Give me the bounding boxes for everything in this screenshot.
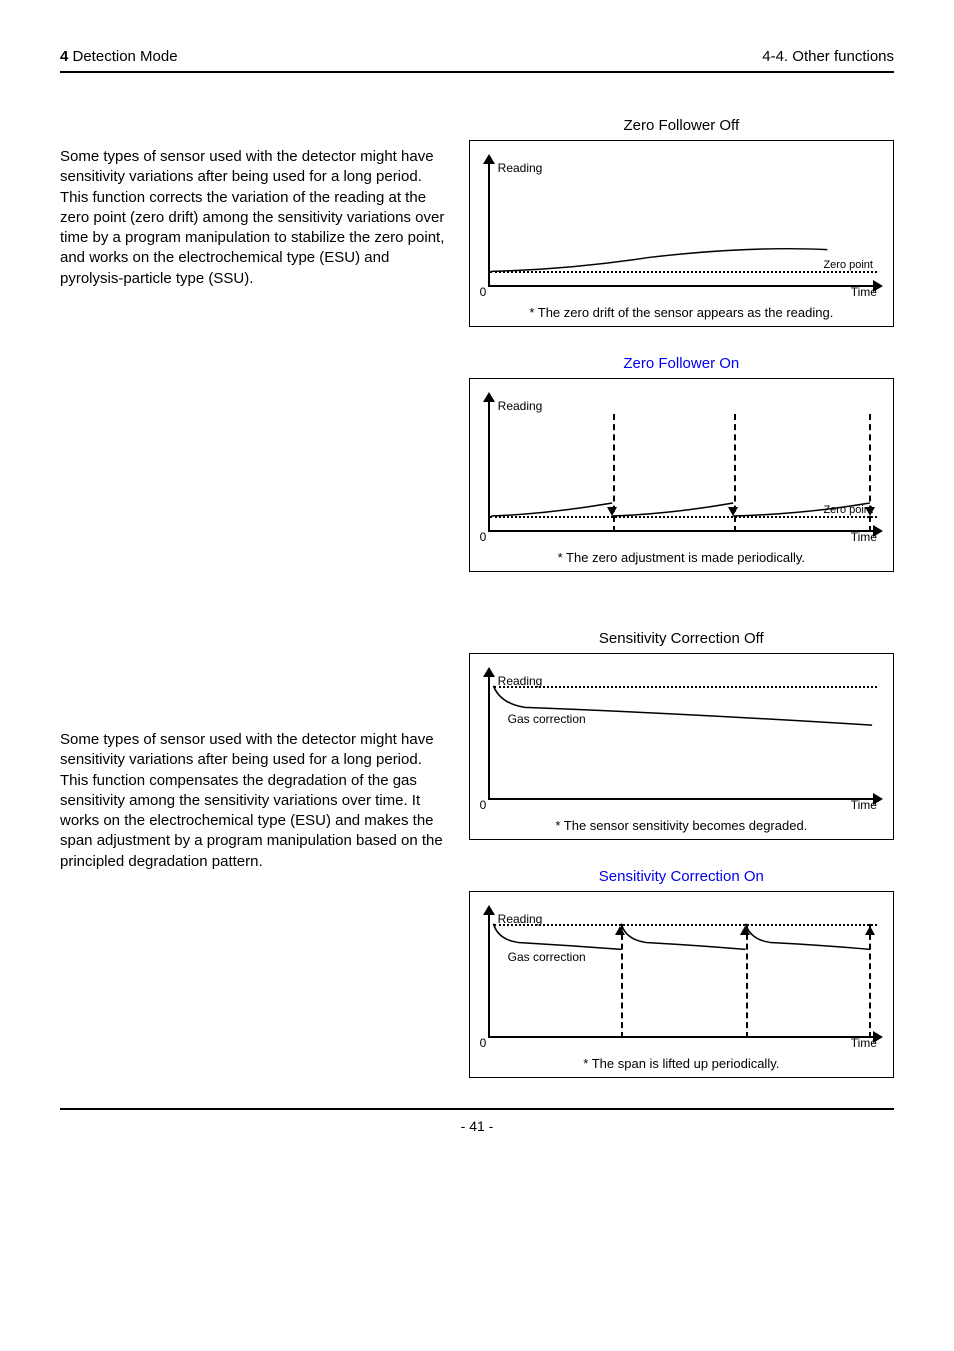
- chart-box-zfon: Reading Time 0 Zero point: [469, 378, 894, 572]
- chart-box-zfo: Reading Time 0 Zero point * The zero dri…: [469, 140, 894, 327]
- curve-scon: [480, 902, 883, 1050]
- chart-caption-zfo: * The zero drift of the sensor appears a…: [480, 305, 883, 320]
- page-header: 4 Detection Mode 4-4. Other functions: [60, 48, 894, 65]
- chart-zfon: Reading Time 0 Zero point: [480, 389, 883, 544]
- page: 4 Detection Mode 4-4. Other functions So…: [0, 0, 954, 1164]
- curve-zfo: [480, 151, 883, 299]
- header-right: 4-4. Other functions: [762, 48, 894, 65]
- chart-title-zfon: Zero Follower On: [469, 355, 894, 372]
- chart-title-sco: Sensitivity Correction Off: [469, 630, 894, 647]
- header-divider: [60, 71, 894, 73]
- chart-box-scon: Reading Time 0 Gas correction: [469, 891, 894, 1078]
- chart-title-zfo: Zero Follower Off: [469, 117, 894, 134]
- diagram-col-zero-follower: Zero Follower Off Reading Time 0 Zero po…: [469, 117, 894, 600]
- curve-zfon: [480, 389, 883, 544]
- section-sensitivity-correction: Some types of sensor used with the detec…: [60, 630, 894, 1078]
- header-left: 4 Detection Mode: [60, 48, 178, 65]
- chapter-title: Detection Mode: [68, 48, 177, 65]
- diagram-col-sensitivity: Sensitivity Correction Off Reading Time …: [469, 630, 894, 1078]
- chart-box-sco: Reading Time 0 Gas correction * The sens…: [469, 653, 894, 840]
- chart-scon: Reading Time 0 Gas correction: [480, 902, 883, 1050]
- page-number: - 41 -: [60, 1118, 894, 1134]
- chart-zfo: Reading Time 0 Zero point: [480, 151, 883, 299]
- section-zero-follower: Some types of sensor used with the detec…: [60, 117, 894, 600]
- paragraph-zero-follower: Some types of sensor used with the detec…: [60, 117, 469, 289]
- chart-caption-scon: * The span is lifted up periodically.: [480, 1056, 883, 1071]
- chart-caption-sco: * The sensor sensitivity becomes degrade…: [480, 818, 883, 833]
- chart-title-scon: Sensitivity Correction On: [469, 868, 894, 885]
- content: Some types of sensor used with the detec…: [60, 117, 894, 1078]
- curve-sco: [480, 664, 883, 812]
- chart-sco: Reading Time 0 Gas correction: [480, 664, 883, 812]
- footer-divider: [60, 1108, 894, 1110]
- paragraph-sensitivity-correction: Some types of sensor used with the detec…: [60, 630, 469, 872]
- chart-caption-zfon: * The zero adjustment is made periodical…: [480, 550, 883, 565]
